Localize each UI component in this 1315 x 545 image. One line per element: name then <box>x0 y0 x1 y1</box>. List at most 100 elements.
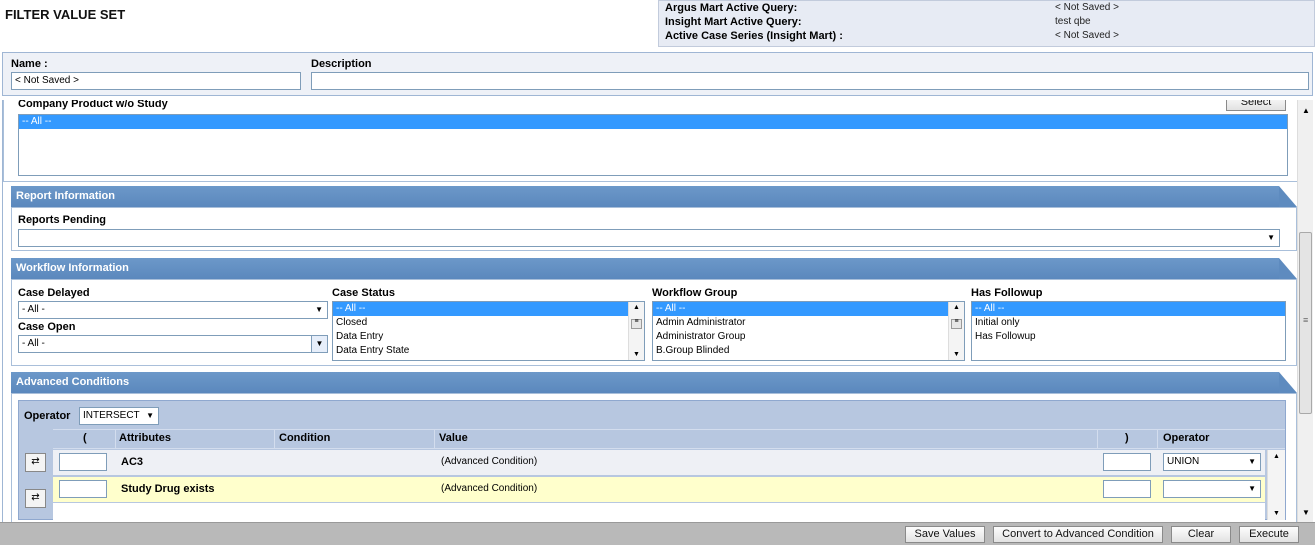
table-row[interactable] <box>53 477 1265 502</box>
case-open-select[interactable]: - All - ▼ <box>18 335 328 353</box>
scroll-up-icon[interactable]: ▲ <box>1302 106 1310 115</box>
list-item[interactable]: Administrator Group <box>653 330 964 344</box>
company-product-label: Company Product w/o Study <box>18 100 168 110</box>
workflow-group-label: Workflow Group <box>652 287 738 299</box>
operator-label: Operator <box>24 410 71 422</box>
list-item[interactable]: Closed <box>333 316 644 330</box>
report-information-header: Report Information <box>11 186 1297 207</box>
list-item[interactable]: -- All -- <box>19 115 1287 129</box>
column-value[interactable]: Value <box>439 432 468 444</box>
active-query-panel: Argus Mart Active Query: < Not Saved > I… <box>658 0 1315 47</box>
case-status-list[interactable]: -- All -- Closed Data Entry Data Entry S… <box>332 301 645 361</box>
footer-toolbar: Save Values Convert to Advanced Conditio… <box>0 522 1315 545</box>
column-close-paren: ) <box>1125 432 1129 444</box>
scroll-down-icon[interactable]: ▼ <box>633 351 640 358</box>
company-product-panel: Company Product w/o Study Select -- All … <box>3 100 1297 182</box>
column-divider <box>1157 429 1158 449</box>
row-operator-select[interactable]: UNION ▼ <box>1163 453 1261 471</box>
row-operator-select[interactable]: ▼ <box>1163 480 1261 498</box>
description-label: Description <box>311 58 372 70</box>
name-input[interactable]: < Not Saved > <box>11 72 301 90</box>
scroll-thumb[interactable]: ≡ <box>631 318 642 329</box>
row-value: (Advanced Condition) <box>441 456 538 467</box>
insight-mart-query-label: Insight Mart Active Query: <box>665 16 802 28</box>
company-product-select-button[interactable]: Select <box>1226 100 1286 111</box>
list-item[interactable]: B.Group Blinded <box>653 344 964 358</box>
list-item[interactable]: -- All -- <box>653 302 964 316</box>
list-item[interactable]: Data Entry <box>333 330 644 344</box>
close-paren-input[interactable] <box>1103 480 1151 498</box>
list-item[interactable]: Admin Administrator <box>653 316 964 330</box>
column-operator: Operator <box>1163 432 1210 444</box>
column-attributes[interactable]: Attributes <box>119 432 171 444</box>
list-scrollbar[interactable]: ▲ ≡ ▼ <box>948 302 964 360</box>
header-corner <box>1279 258 1297 279</box>
table-row[interactable] <box>53 450 1265 475</box>
header-corner <box>1279 372 1297 393</box>
operator-value: INTERSECT <box>83 410 140 421</box>
list-item[interactable]: Initial only <box>972 316 1285 330</box>
convert-advanced-condition-button[interactable]: Convert to Advanced Condition <box>993 526 1163 543</box>
clear-button[interactable]: Clear <box>1171 526 1231 543</box>
case-open-value: - All - <box>22 338 45 349</box>
scroll-down-icon[interactable]: ▼ <box>1273 510 1280 517</box>
case-delayed-value: - All - <box>22 304 45 315</box>
workflow-group-list[interactable]: -- All -- Admin Administrator Administra… <box>652 301 965 361</box>
row-operator-value: UNION <box>1167 456 1200 467</box>
header-corner <box>1279 186 1297 207</box>
chevron-down-icon[interactable]: ▼ <box>1248 454 1256 470</box>
company-product-list[interactable]: -- All -- <box>18 114 1288 176</box>
scroll-up-icon[interactable]: ▲ <box>1273 453 1280 460</box>
scroll-down-icon[interactable]: ▼ <box>953 351 960 358</box>
list-item[interactable]: Data Entry State <box>333 344 644 358</box>
scroll-thumb[interactable]: ≡ <box>1299 232 1312 414</box>
chevron-down-icon[interactable]: ▼ <box>146 408 154 424</box>
scroll-down-icon[interactable]: ▼ <box>1302 508 1310 517</box>
description-input[interactable] <box>311 72 1309 90</box>
case-open-label: Case Open <box>18 321 76 333</box>
column-divider <box>434 429 435 449</box>
row-edit-button[interactable]: ⇄ <box>25 489 46 508</box>
reports-pending-select[interactable]: ▼ <box>18 229 1280 247</box>
chevron-down-icon[interactable]: ▼ <box>315 302 323 318</box>
advanced-conditions-body: Operator INTERSECT ▼ ( Attributes Condit… <box>11 393 1297 522</box>
row-attribute: Study Drug exists <box>121 483 215 495</box>
chevron-down-icon[interactable]: ▼ <box>311 336 327 352</box>
active-case-series-value: < Not Saved > <box>1055 30 1119 41</box>
chevron-down-icon[interactable]: ▼ <box>1267 230 1275 246</box>
edit-condition-icon: ⇄ <box>31 456 40 467</box>
report-information-title: Report Information <box>16 190 115 202</box>
edit-condition-icon: ⇄ <box>31 492 40 503</box>
grip-icon: ≡ <box>1303 315 1309 325</box>
execute-button[interactable]: Execute <box>1239 526 1299 543</box>
scroll-up-icon[interactable]: ▲ <box>953 304 960 311</box>
list-item[interactable]: -- All -- <box>972 302 1285 316</box>
column-condition[interactable]: Condition <box>279 432 330 444</box>
list-item[interactable]: -- All -- <box>333 302 644 316</box>
insight-mart-query-value: test qbe <box>1055 16 1091 27</box>
scroll-thumb[interactable]: ≡ <box>951 318 962 329</box>
column-divider <box>1097 429 1098 449</box>
name-description-panel: Name : < Not Saved > Description <box>2 52 1313 96</box>
grid-empty-area <box>53 503 1265 520</box>
has-followup-list[interactable]: -- All -- Initial only Has Followup <box>971 301 1286 361</box>
filter-scroll-area: Company Product w/o Study Select -- All … <box>2 100 1297 522</box>
case-delayed-select[interactable]: - All - ▼ <box>18 301 328 319</box>
grid-scrollbar[interactable]: ▲ ▼ <box>1267 450 1285 520</box>
open-paren-input[interactable] <box>59 453 107 471</box>
chevron-down-icon[interactable]: ▼ <box>1248 481 1256 497</box>
page-scrollbar[interactable]: ▲ ≡ ▼ <box>1297 100 1313 522</box>
close-paren-input[interactable] <box>1103 453 1151 471</box>
row-attribute: AC3 <box>121 456 144 468</box>
argus-mart-query-value: < Not Saved > <box>1055 2 1119 13</box>
save-values-button[interactable]: Save Values <box>905 526 985 543</box>
column-open-paren: ( <box>83 432 87 444</box>
case-status-label: Case Status <box>332 287 395 299</box>
row-edit-button[interactable]: ⇄ <box>25 453 46 472</box>
operator-select[interactable]: INTERSECT ▼ <box>79 407 159 425</box>
list-item[interactable]: Has Followup <box>972 330 1285 344</box>
scroll-up-icon[interactable]: ▲ <box>633 304 640 311</box>
argus-mart-query-label: Argus Mart Active Query: <box>665 2 798 14</box>
open-paren-input[interactable] <box>59 480 107 498</box>
list-scrollbar[interactable]: ▲ ≡ ▼ <box>628 302 644 360</box>
